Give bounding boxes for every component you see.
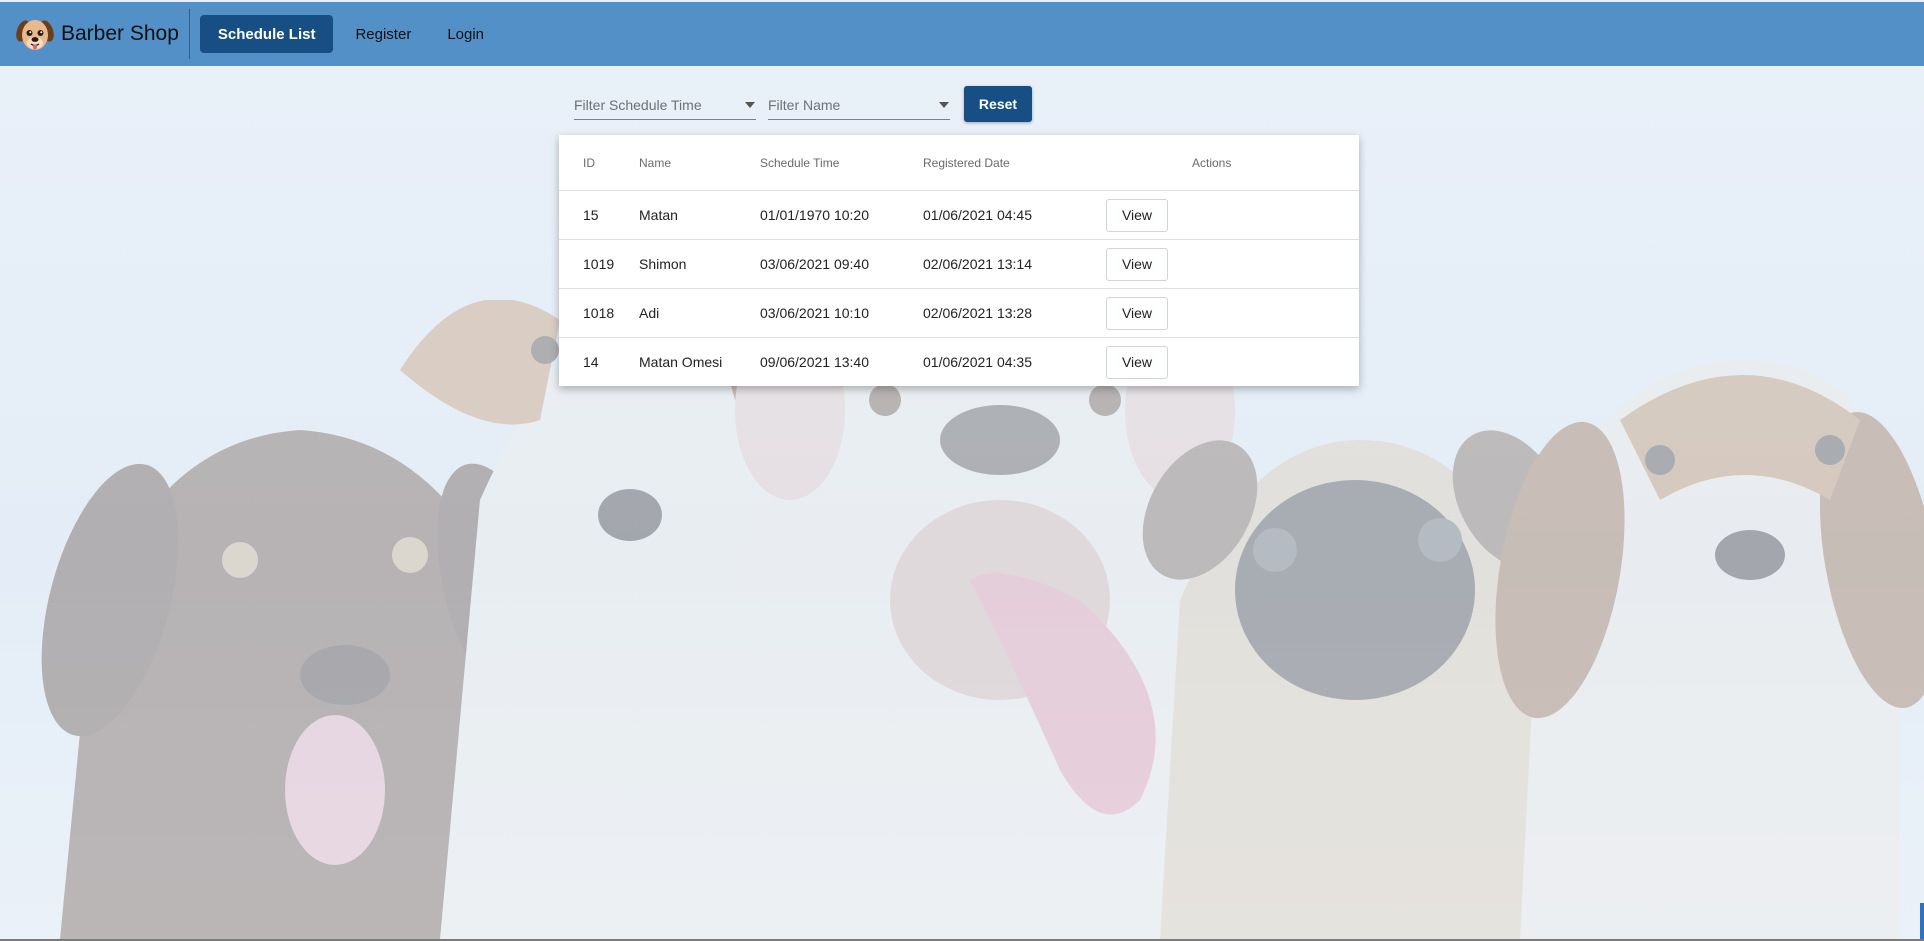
cell-registered-date: 01/06/2021 04:35 <box>923 354 1032 370</box>
dogs-background-image <box>41 300 1924 939</box>
view-button[interactable]: View <box>1106 345 1168 379</box>
dog-bulldog <box>700 320 1235 939</box>
table-row: 15 Matan 01/01/1970 10:20 01/06/2021 04:… <box>559 190 1359 239</box>
schedule-table: ID Name Schedule Time Registered Date Ac… <box>559 135 1359 386</box>
cell-id: 1019 <box>583 256 615 272</box>
cell-actions: View <box>1106 345 1359 379</box>
cell-name: Adi <box>639 305 660 321</box>
dog-beagle <box>1495 360 1924 939</box>
cell-name: Matan <box>639 207 678 223</box>
filter-name-select[interactable]: Filter Name <box>768 88 950 120</box>
view-button[interactable]: View <box>1106 296 1168 330</box>
view-button[interactable]: View <box>1106 247 1168 281</box>
cell-schedule-time: 09/06/2021 13:40 <box>760 354 869 370</box>
column-header-actions: Actions <box>1192 155 1232 170</box>
filter-schedule-time-select[interactable]: Filter Schedule Time <box>574 88 756 120</box>
filter-schedule-time-placeholder: Filter Schedule Time <box>574 97 702 113</box>
column-header-id: ID <box>583 155 595 170</box>
cell-schedule-time: 01/01/1970 10:20 <box>760 207 869 223</box>
dog-face-icon <box>16 20 54 50</box>
column-header-name: Name <box>639 155 672 170</box>
column-header-registered-date: Registered Date <box>923 155 1010 170</box>
column-header-schedule-time: Schedule Time <box>760 155 840 170</box>
reset-button[interactable]: Reset <box>964 86 1032 122</box>
cell-id: 15 <box>583 207 599 223</box>
brand-name: Barber Shop <box>61 22 179 45</box>
nav-schedule-list[interactable]: Schedule List <box>199 15 334 53</box>
app-root: Barber Shop Schedule List Register Login <box>0 0 1924 939</box>
cell-actions: View <box>1106 247 1359 281</box>
filter-bar: Filter Schedule Time Filter Name Reset <box>574 86 1032 122</box>
cell-registered-date: 02/06/2021 13:14 <box>923 256 1032 272</box>
cell-schedule-time: 03/06/2021 09:40 <box>760 256 869 272</box>
table-row: 14 Matan Omesi 09/06/2021 13:40 01/06/20… <box>559 337 1359 386</box>
table-header-row: ID Name Schedule Time Registered Date Ac… <box>559 135 1359 190</box>
cell-actions: View <box>1106 296 1359 330</box>
cell-registered-date: 01/06/2021 04:45 <box>923 207 1032 223</box>
filter-name-placeholder: Filter Name <box>768 97 841 113</box>
cell-actions: View <box>1106 198 1359 232</box>
table-row: 1018 Adi 03/06/2021 10:10 02/06/2021 13:… <box>559 288 1359 337</box>
cell-registered-date: 02/06/2021 13:28 <box>923 305 1032 321</box>
caret-down-icon <box>939 102 949 108</box>
cell-id: 1018 <box>583 305 615 321</box>
top-navbar: Barber Shop Schedule List Register Login <box>0 2 1924 66</box>
cell-name: Matan Omesi <box>639 354 723 370</box>
nav-register[interactable]: Register <box>337 15 429 53</box>
brand[interactable]: Barber Shop <box>14 9 190 59</box>
table-row: 1019 Shimon 03/06/2021 09:40 02/06/2021 … <box>559 239 1359 288</box>
cell-schedule-time: 03/06/2021 10:10 <box>760 305 869 321</box>
cell-id: 14 <box>583 354 599 370</box>
scrollbar-thumb[interactable] <box>1920 903 1924 939</box>
view-button[interactable]: View <box>1106 198 1168 232</box>
caret-down-icon <box>745 102 755 108</box>
cell-name: Shimon <box>639 256 687 272</box>
nav-login[interactable]: Login <box>429 15 502 53</box>
